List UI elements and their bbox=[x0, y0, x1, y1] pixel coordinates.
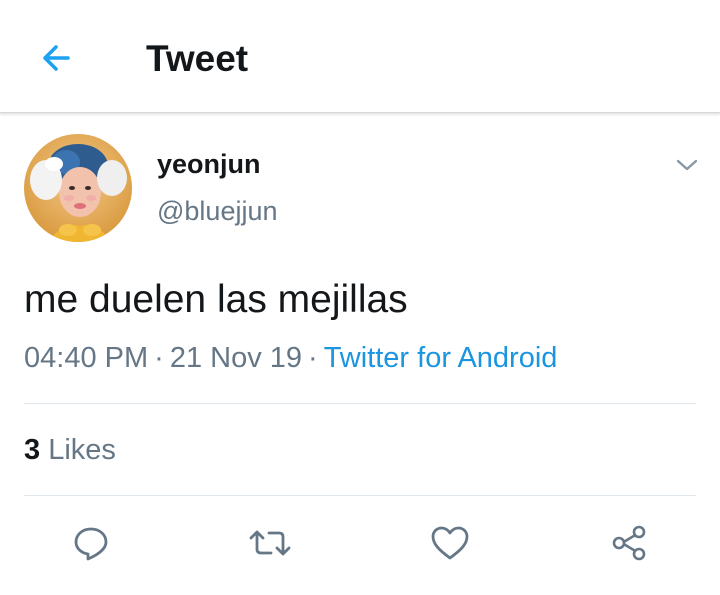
retweet-button[interactable] bbox=[246, 519, 294, 567]
tweet-date: 21 Nov 19 bbox=[169, 342, 303, 374]
arrow-left-icon bbox=[43, 45, 70, 71]
tweet-metadata: 04:40 PM · 21 Nov 19 · Twitter for Android bbox=[24, 340, 557, 376]
chevron-down-icon bbox=[676, 159, 698, 171]
likes-count[interactable]: 3 Likes bbox=[24, 432, 116, 468]
author-handle[interactable]: @bluejjun bbox=[157, 195, 278, 227]
author-display-name[interactable]: yeonjun bbox=[157, 148, 261, 180]
tweet-text: me duelen las mejillas bbox=[24, 278, 408, 321]
page-title: Tweet bbox=[146, 38, 249, 79]
share-icon bbox=[612, 525, 646, 561]
avatar[interactable] bbox=[24, 134, 132, 242]
separator: · bbox=[154, 342, 164, 374]
likes-label: Likes bbox=[48, 434, 116, 466]
retweet-icon bbox=[249, 530, 291, 556]
separator: · bbox=[308, 342, 318, 374]
tweet-time: 04:40 PM bbox=[24, 342, 149, 374]
share-button[interactable] bbox=[605, 519, 653, 567]
like-icon bbox=[431, 526, 469, 560]
reply-button[interactable] bbox=[67, 519, 115, 567]
divider bbox=[24, 495, 696, 496]
profile-photo bbox=[24, 134, 132, 242]
tweet-source-link[interactable]: Twitter for Android bbox=[324, 342, 558, 374]
back-button[interactable] bbox=[34, 36, 78, 80]
likes-number: 3 bbox=[24, 434, 41, 466]
reply-icon bbox=[74, 527, 108, 561]
top-app-bar: Tweet bbox=[0, 0, 720, 113]
tweet-options-button[interactable] bbox=[672, 150, 702, 180]
like-button[interactable] bbox=[426, 519, 474, 567]
divider bbox=[24, 403, 696, 404]
